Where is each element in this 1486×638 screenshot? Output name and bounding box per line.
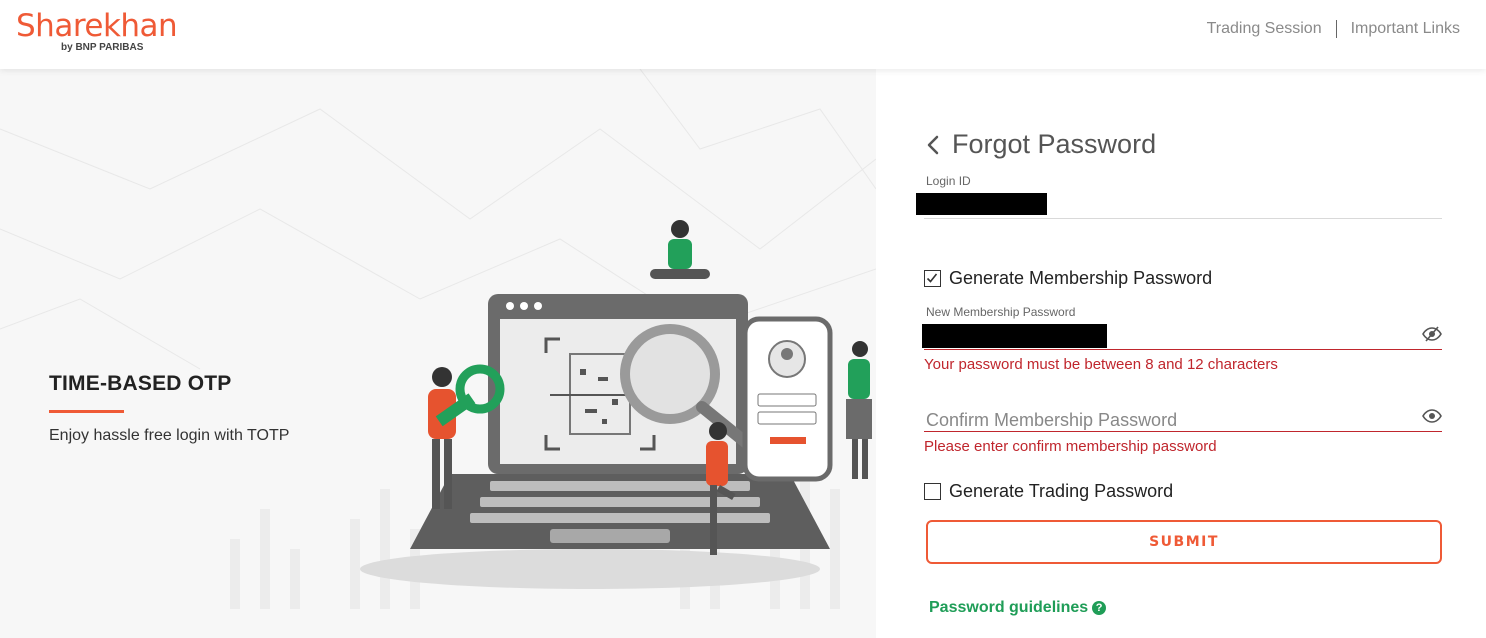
logo-text: Sharekhan [16,8,178,44]
generate-trading-label: Generate Trading Password [949,481,1174,501]
checkmark-icon [926,273,938,283]
trading-session-link[interactable]: Trading Session [1207,20,1322,38]
promo-accent-bar [49,410,124,413]
login-id-field[interactable] [916,193,1047,215]
page-title: Forgot Password [952,129,1157,159]
help-icon[interactable]: ? [1092,601,1107,615]
generate-trading-checkbox[interactable] [924,483,941,500]
top-header: Sharekhan by BNP PARIBAS Trading Session… [0,0,1486,69]
generate-membership-row[interactable]: Generate Membership Password [924,268,1212,289]
login-id-underline [924,218,1442,219]
security-laptop-illustration [360,220,872,589]
chevron-left-icon[interactable] [926,135,940,155]
promo-subtitle: Enjoy hassle free login with TOTP [49,427,290,444]
important-links-link[interactable]: Important Links [1351,20,1460,38]
generate-trading-row[interactable]: Generate Trading Password [924,481,1173,502]
form-header: Forgot Password [926,129,1156,160]
password-guidelines-label: Password guidelines [929,599,1089,616]
top-links: Trading Session Important Links [1207,20,1460,38]
totp-promo: TIME-BASED OTP Enjoy hassle free login w… [49,372,289,445]
eye-icon[interactable] [1422,408,1442,424]
forgot-password-form: Forgot Password Login ID Generate Member… [876,69,1486,638]
confirm-password-input[interactable]: Confirm Membership Password [926,410,1177,431]
new-password-error: Your password must be between 8 and 12 c… [924,356,1278,373]
sharekhan-logo[interactable]: Sharekhan by BNP PARIBAS [16,8,178,53]
link-divider [1335,20,1337,38]
confirm-password-error: Please enter confirm membership password [924,438,1217,455]
confirm-password-underline [924,431,1442,432]
promo-panel: TIME-BASED OTP Enjoy hassle free login w… [0,69,876,638]
new-password-label: New Membership Password [926,305,1076,319]
generate-membership-checkbox[interactable] [924,270,941,287]
password-guidelines-link[interactable]: Password guidelines ? [929,599,1107,617]
eye-slash-icon[interactable] [1422,326,1442,342]
new-password-field[interactable] [922,324,1107,348]
login-id-label: Login ID [926,174,971,188]
generate-membership-label: Generate Membership Password [949,268,1213,288]
submit-button[interactable]: SUBMIT [926,520,1442,564]
promo-title: TIME-BASED OTP [49,372,232,395]
new-password-underline [924,349,1442,350]
